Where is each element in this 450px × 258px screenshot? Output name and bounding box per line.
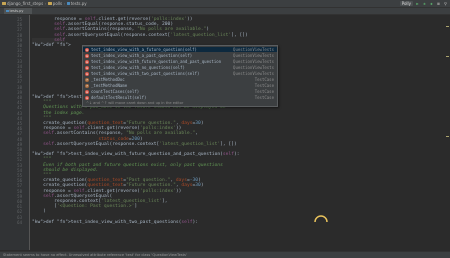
breadcrumb-separator-icon: ›	[44, 1, 47, 6]
code-line[interactable]: self.assertQuerysetEqual(response.contex…	[32, 142, 237, 147]
code-line[interactable]: )	[32, 209, 46, 214]
completion-item-name: test_index_view_with_two_past_questions(…	[91, 71, 200, 76]
completion-item-name: countTestCases(self)	[91, 89, 140, 94]
tab-label: tests.py	[9, 9, 24, 13]
breadcrumb: django_first_steps › polls › tests.py	[2, 1, 87, 6]
python-file-icon	[6, 9, 9, 13]
python-file-icon	[66, 2, 70, 5]
stop-icon[interactable]: ■	[436, 1, 441, 6]
method-icon: m	[85, 47, 89, 52]
breadcrumb-folder[interactable]: polls	[53, 1, 62, 6]
completion-item-type: QuestionViewTests	[233, 71, 274, 76]
completion-item[interactable]: m test_index_view_with_no_questions(self)…	[83, 65, 277, 70]
method-icon: m	[85, 65, 89, 70]
completion-item-type: TestCase	[254, 77, 274, 82]
code-line[interactable]: "kw">def "fn">test_index_view_with_two_p…	[32, 220, 198, 225]
method-icon: m	[85, 95, 89, 100]
play-icon[interactable]: ▶	[415, 1, 420, 6]
bug-icon[interactable]: ✱	[422, 1, 427, 6]
breadcrumb-separator-icon: ›	[63, 1, 66, 6]
completion-item-type: QuestionViewTests	[233, 47, 274, 52]
completion-item[interactable]: m test_index_view_with_future_question_an…	[83, 59, 277, 64]
code-line[interactable]: "kw">def "fn">test_index_view_with_futur…	[32, 152, 240, 157]
navigation-bar: django_first_steps › polls › tests.py Po…	[0, 0, 450, 8]
completion-item-name: test_index_view_with_a_future_question(s…	[91, 47, 197, 52]
completion-item-name: _testMethodDoc	[91, 77, 125, 82]
code-line[interactable]: ['<Question: Past question.>']	[32, 204, 137, 209]
completion-item[interactable]: m test_index_view_with_a_past_question(se…	[83, 53, 277, 58]
completion-item-type: TestCase	[254, 89, 274, 94]
editor-tab-bar: tests.py	[0, 8, 450, 15]
breadcrumb-file[interactable]: tests.py	[71, 1, 87, 6]
completion-item-type: TestCase	[254, 95, 274, 100]
completion-item-type: QuestionViewTests	[233, 59, 274, 64]
code-line[interactable]	[32, 85, 43, 90]
toolbar: Polly ▶ ✱ ◆ ■ ⚲	[399, 1, 448, 6]
completion-item-name: test_index_view_with_a_past_question(sel…	[91, 53, 193, 58]
completion-item[interactable]: f _testMethodDoc TestCase	[83, 77, 277, 82]
folder-icon	[2, 2, 6, 5]
tab-tests-py[interactable]: tests.py	[4, 8, 32, 14]
warning-mark[interactable]	[446, 136, 449, 137]
completion-item-name: defaultTestResult(self)	[91, 95, 147, 100]
method-icon: m	[85, 59, 89, 64]
line-number-gutter[interactable]: 25 26 27 28 29 30 31 32 33 34 35 36 37 38 39 40 41 42 43 44…	[0, 15, 30, 250]
run-configuration-select[interactable]: Polly	[399, 1, 413, 6]
search-icon[interactable]: ⚲	[443, 1, 448, 6]
completion-item[interactable]: m test_index_view_with_two_past_questions…	[83, 71, 277, 76]
warning-mark[interactable]	[446, 26, 449, 27]
field-icon: f	[85, 83, 89, 88]
method-icon: m	[85, 53, 89, 58]
line-number: 64	[17, 219, 22, 225]
method-icon: m	[85, 89, 89, 94]
completion-hint: ^↓ and ^↑ will move caret down and up in…	[86, 101, 184, 105]
loading-spinner-icon	[314, 215, 328, 223]
field-icon: f	[85, 77, 89, 82]
completion-item[interactable]: m countTestCases(self) TestCase	[83, 89, 277, 94]
code-completion-popup[interactable]: ^↓ and ^↑ will move caret down and up in…	[82, 45, 278, 107]
status-bar-message: Statement seems to have no effect. Unres…	[0, 251, 450, 258]
completion-item[interactable]: m test_index_view_with_a_future_question(…	[83, 47, 277, 52]
folder-icon	[47, 2, 52, 5]
breadcrumb-project[interactable]: django_first_steps	[7, 1, 43, 6]
completion-item-type: QuestionViewTests	[233, 65, 274, 70]
completion-item-name: test_index_view_with_future_question_and…	[91, 59, 222, 64]
method-icon: m	[85, 71, 89, 76]
warning-mark[interactable]	[446, 56, 449, 57]
coverage-icon[interactable]: ◆	[429, 1, 434, 6]
completion-item-type: TestCase	[254, 83, 274, 88]
completion-item-name: _testMethodName	[91, 83, 128, 88]
error-stripe[interactable]	[446, 16, 449, 250]
completion-item-type: QuestionViewTests	[233, 53, 274, 58]
completion-item-name: test_index_view_with_no_questions(self)	[91, 65, 185, 70]
completion-item[interactable]: m defaultTestResult(self) TestCase	[83, 95, 277, 100]
completion-item[interactable]: f _testMethodName TestCase	[83, 83, 277, 88]
